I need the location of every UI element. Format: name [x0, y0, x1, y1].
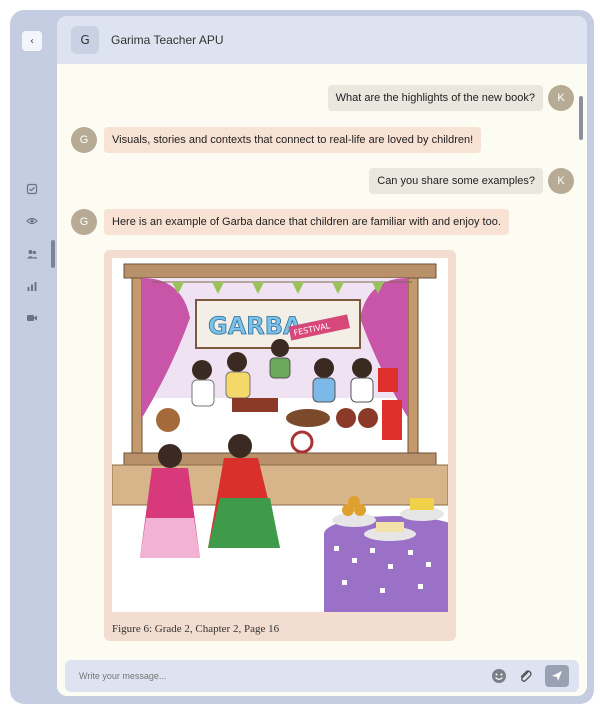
- emoji-icon[interactable]: [491, 668, 507, 684]
- back-button[interactable]: ‹: [22, 31, 42, 51]
- user-avatar: K: [548, 85, 574, 111]
- chevron-left-icon: ‹: [30, 35, 34, 47]
- message-composer: [65, 660, 579, 692]
- contact-name: Garima Teacher APU: [111, 33, 224, 47]
- paperclip-icon[interactable]: [517, 668, 533, 684]
- image-caption: Figure 6: Grade 2, Chapter 2, Page 16: [112, 623, 280, 635]
- users-icon[interactable]: [26, 248, 38, 260]
- garba-illustration: GARBA FESTIVAL: [112, 258, 448, 612]
- app-frame: ‹ G Garima Teacher APU What are the high…: [10, 10, 594, 704]
- image-message[interactable]: GARBA FESTIVAL Figure 6: Grade 2, Chapte…: [104, 250, 456, 641]
- video-icon[interactable]: [26, 312, 38, 324]
- bot-avatar: G: [71, 209, 97, 235]
- user-avatar: K: [548, 168, 574, 194]
- banner-title: GARBA: [208, 312, 302, 340]
- chat-panel: G Garima Teacher APU What are the highli…: [57, 16, 587, 696]
- sidebar: ‹: [10, 10, 56, 704]
- bar-chart-icon[interactable]: [26, 280, 38, 292]
- send-button[interactable]: [545, 665, 569, 687]
- user-message: Can you share some examples?: [369, 168, 543, 194]
- checklist-icon[interactable]: [26, 183, 38, 195]
- message-input[interactable]: [79, 671, 479, 681]
- user-message: What are the highlights of the new book?: [327, 85, 543, 111]
- scrollbar[interactable]: [579, 96, 583, 140]
- bot-message: Here is an example of Garba dance that c…: [104, 209, 509, 235]
- chat-header: G Garima Teacher APU: [57, 16, 587, 64]
- eye-icon[interactable]: [26, 215, 38, 227]
- sidebar-active-indicator: [51, 240, 55, 268]
- bot-avatar: G: [71, 127, 97, 153]
- contact-avatar[interactable]: G: [71, 26, 99, 54]
- send-icon: [552, 671, 562, 681]
- bot-message: Visuals, stories and contexts that conne…: [104, 127, 482, 153]
